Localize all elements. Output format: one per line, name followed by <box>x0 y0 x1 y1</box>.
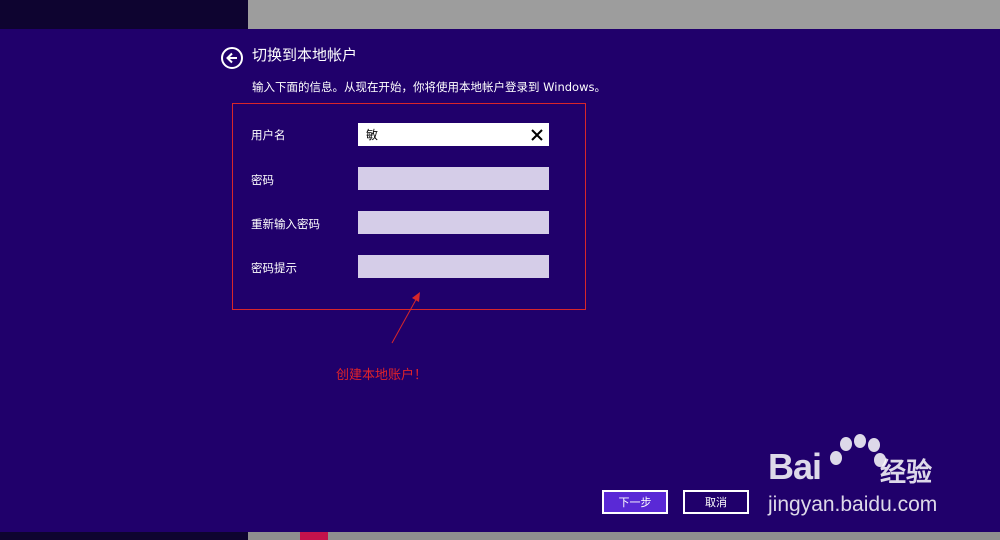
next-button[interactable]: 下一步 <box>602 490 668 514</box>
watermark-url: jingyan.baidu.com <box>768 493 938 516</box>
annotation-text: 创建本地账户！ <box>336 368 428 383</box>
watermark-brand-suffix: 经验 <box>880 458 933 488</box>
watermark-brand: Bai <box>768 446 822 487</box>
cancel-button[interactable]: 取消 <box>683 490 749 514</box>
